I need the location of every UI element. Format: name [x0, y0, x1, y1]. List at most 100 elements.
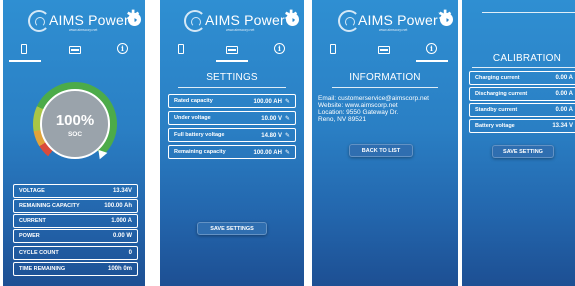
pencil-icon[interactable]: ✎	[285, 149, 290, 156]
row-value: 10.00 V	[261, 115, 282, 122]
full-battery-voltage-field[interactable]: Full battery voltage 14.80 V ✎	[168, 128, 296, 142]
row-value: 100.00 AH	[253, 98, 282, 105]
website-line[interactable]: Website: www.aimscorp.net	[318, 102, 429, 109]
save-settings-button[interactable]: SAVE SETTINGS	[197, 222, 267, 235]
phone-icon	[330, 44, 336, 54]
tab-dashboard[interactable]	[5, 40, 45, 62]
card-icon	[226, 46, 238, 54]
active-tab-indicator	[9, 60, 41, 62]
phone-icon	[21, 44, 27, 54]
charging-current-field[interactable]: Charging current 0.00 A	[469, 71, 575, 85]
back-to-list-button[interactable]: BACK TO LIST	[349, 144, 413, 157]
row-label: VOLTAGE	[19, 188, 45, 194]
remaining-capacity-row: REMAINING CAPACITY 100.00 Ah	[13, 199, 138, 213]
standby-current-field[interactable]: Standby current 0.00 A	[469, 103, 575, 117]
save-setting-button[interactable]: SAVE SETTING	[492, 145, 554, 158]
title-divider	[178, 87, 286, 88]
row-label: Charging current	[475, 75, 520, 81]
gear-icon[interactable]	[284, 7, 299, 27]
row-value: 100h 0m	[107, 266, 132, 272]
email-line[interactable]: Email: customerservice@aimscorp.net	[318, 95, 429, 102]
calibration-screen: CALIBRATION Charging current 0.00 A Disc…	[462, 0, 575, 286]
row-value: 0.00 A	[555, 107, 573, 113]
row-label: REMAINING CAPACITY	[19, 203, 80, 209]
row-label: Full battery voltage	[174, 132, 225, 138]
rated-capacity-field[interactable]: Rated capacity 100.00 AH ✎	[168, 94, 296, 108]
title-divider	[332, 87, 438, 88]
logo-icon	[184, 10, 206, 32]
tab-information[interactable]: i	[103, 40, 143, 62]
brand-website: www.aimscorp.net	[379, 28, 408, 32]
voltage-row: VOLTAGE 13.34V	[13, 184, 138, 198]
information-screen: AIMS Power™ www.aimscorp.net i INFORMATI…	[312, 0, 458, 286]
remaining-capacity-field[interactable]: Remaining capacity 100.00 AH ✎	[168, 145, 296, 159]
page-title: INFORMATION	[349, 72, 421, 83]
soc-label: SOC	[67, 131, 83, 138]
city-line: Reno, NV 89521	[318, 116, 367, 123]
tab-information[interactable]: i	[260, 40, 300, 62]
settings-screen: AIMS Power™ www.aimscorp.net i SETTINGS …	[160, 0, 304, 286]
cycle-count-row: CYCLE COUNT 0	[13, 246, 138, 260]
pencil-icon[interactable]: ✎	[285, 132, 290, 139]
tab-settings[interactable]	[212, 40, 252, 62]
row-value: 13.34V	[112, 188, 132, 194]
info-icon: i	[426, 43, 437, 54]
app-header: AIMS Power™ www.aimscorp.net	[312, 0, 458, 38]
soc-gauge: 100% SOC	[33, 82, 117, 166]
tab-information[interactable]: i	[412, 40, 452, 62]
row-label: Rated capacity	[174, 98, 213, 104]
info-icon: i	[274, 43, 285, 54]
row-value: 0.00 W	[112, 233, 132, 239]
page-title: CALIBRATION	[492, 53, 562, 64]
battery-voltage-field[interactable]: Battery voltage 13.34 V	[469, 119, 575, 133]
location-line: Location: 9550 Gateway Dr.	[318, 109, 399, 116]
phone-icon	[178, 44, 184, 54]
logo-icon	[28, 10, 50, 32]
contact-info: Email: customerservice@aimscorp.net Webs…	[318, 95, 429, 123]
row-label: Discharging current	[475, 91, 528, 97]
tab-bar: i	[3, 40, 145, 64]
row-label: CURRENT	[19, 218, 46, 224]
row-label: TIME REMAINING	[19, 266, 66, 272]
active-tab-indicator	[416, 60, 448, 62]
row-label: POWER	[19, 233, 40, 239]
card-icon	[378, 46, 390, 54]
card-icon	[69, 46, 81, 54]
row-value: 0	[128, 250, 132, 256]
active-tab-indicator	[216, 60, 248, 62]
row-value: 100.00 Ah	[104, 203, 132, 209]
app-header: AIMS Power™ www.aimscorp.net	[160, 0, 304, 38]
info-icon: i	[117, 43, 128, 54]
tab-settings[interactable]	[364, 40, 404, 62]
tab-bar: i	[160, 40, 304, 64]
row-value: 0.00 A	[555, 91, 573, 97]
row-label: Remaining capacity	[174, 149, 226, 155]
gear-icon[interactable]	[126, 7, 141, 27]
tab-settings[interactable]	[55, 40, 95, 62]
row-value: 14.80 V	[261, 132, 282, 139]
row-value: 13.34 V	[552, 123, 573, 129]
row-value: 100.00 AH	[253, 149, 282, 156]
under-voltage-field[interactable]: Under voltage 10.00 V ✎	[168, 111, 296, 125]
row-value: 1.000 A	[111, 218, 132, 224]
brand-name: AIMS Power™	[49, 12, 134, 28]
pencil-icon[interactable]: ✎	[285, 98, 290, 105]
gear-icon[interactable]	[438, 7, 453, 27]
row-label: Battery voltage	[475, 123, 515, 129]
soc-percent: 100%	[55, 112, 95, 129]
pencil-icon[interactable]: ✎	[285, 115, 290, 122]
title-divider	[472, 67, 575, 68]
brand-name: AIMS Power™	[205, 12, 290, 28]
tab-dashboard[interactable]	[162, 40, 202, 62]
brand-website: www.aimscorp.net	[226, 28, 255, 32]
brand-name: AIMS Power™	[358, 12, 443, 28]
app-header: AIMS Power™ www.aimscorp.net	[3, 0, 145, 38]
discharging-current-field[interactable]: Discharging current 0.00 A	[469, 87, 575, 101]
header-divider	[482, 12, 575, 13]
tab-dashboard[interactable]	[314, 40, 354, 62]
row-value: 0.00 A	[555, 75, 573, 81]
brand-website: www.aimscorp.net	[69, 28, 98, 32]
tab-bar: i	[312, 40, 458, 64]
row-label: Under voltage	[174, 115, 211, 121]
time-remaining-row: TIME REMAINING 100h 0m	[13, 262, 138, 276]
